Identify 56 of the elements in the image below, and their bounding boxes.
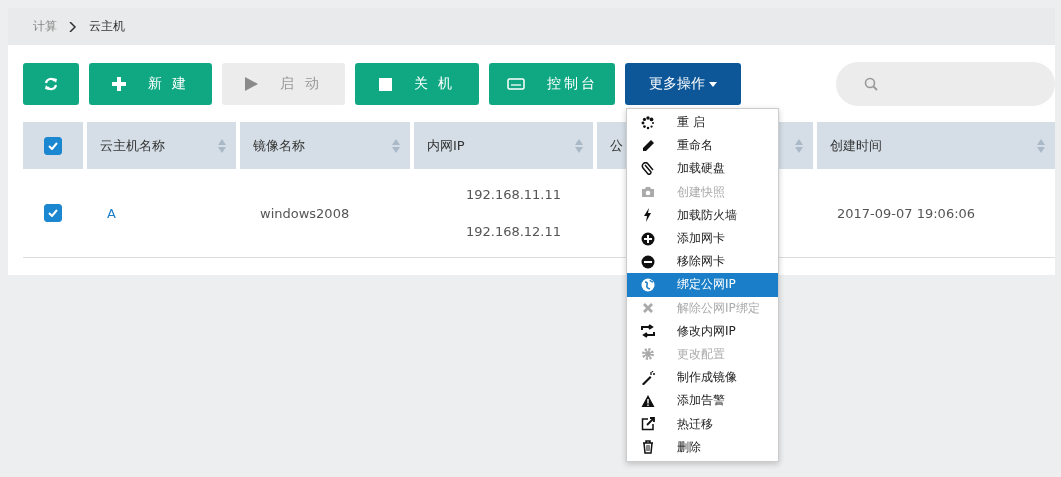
plus-circle-icon bbox=[641, 231, 655, 246]
gear-icon bbox=[641, 347, 655, 362]
spinner-icon bbox=[641, 115, 655, 130]
refresh-button[interactable] bbox=[23, 63, 79, 105]
menu-item[interactable]: 热迁移 bbox=[627, 412, 778, 436]
external-link-icon bbox=[641, 417, 655, 432]
more-actions-button[interactable]: 更多操作 bbox=[625, 63, 741, 105]
minus-circle-icon bbox=[641, 254, 655, 269]
table-cell: 192.168.12.11 bbox=[465, 224, 562, 239]
column-header[interactable]: 创建时间 bbox=[817, 122, 1055, 169]
menu-item[interactable]: 修改内网IP bbox=[627, 319, 778, 343]
sort-icon[interactable] bbox=[795, 138, 803, 153]
menu-item[interactable]: 制作成镜像 bbox=[627, 366, 778, 390]
menu-item[interactable]: 重命名 bbox=[627, 134, 778, 158]
pencil-icon bbox=[641, 138, 655, 153]
sort-icon[interactable] bbox=[218, 138, 226, 153]
table-cell: windows2008 bbox=[260, 205, 350, 221]
search-icon bbox=[864, 77, 878, 91]
table-cell: 192.168.11.11 bbox=[465, 187, 562, 202]
checkbox[interactable] bbox=[44, 204, 62, 222]
table-cell: 2017-09-07 19:06:06 bbox=[837, 205, 976, 221]
camera-icon bbox=[641, 185, 655, 200]
close-icon bbox=[641, 301, 655, 316]
play-icon bbox=[245, 77, 259, 91]
warning-icon bbox=[641, 393, 655, 408]
menu-item[interactable]: 加载硬盘 bbox=[627, 157, 778, 181]
globe-icon bbox=[641, 277, 655, 292]
breadcrumb-item: 云主机 bbox=[89, 18, 125, 35]
sort-icon[interactable] bbox=[392, 138, 400, 153]
refresh-icon bbox=[44, 77, 58, 91]
magic-wand-icon bbox=[641, 370, 655, 385]
checkmark-icon bbox=[48, 209, 58, 217]
search-field[interactable] bbox=[836, 62, 1055, 106]
keyboard-icon bbox=[506, 78, 525, 90]
menu-item[interactable]: 删除 bbox=[627, 435, 778, 459]
column-header[interactable]: 云主机名称 bbox=[87, 122, 236, 169]
sort-icon[interactable] bbox=[575, 138, 583, 153]
instance-name-link[interactable]: A bbox=[107, 205, 116, 221]
menu-item[interactable]: 重 启 bbox=[627, 111, 778, 135]
checkbox[interactable] bbox=[44, 136, 62, 155]
stop-icon bbox=[378, 77, 392, 91]
column-header[interactable]: 镜像名称 bbox=[240, 122, 410, 169]
menu-item[interactable]: 添加网卡 bbox=[627, 226, 778, 251]
caret-icon bbox=[709, 81, 717, 87]
column-header[interactable]: 内网IP bbox=[414, 122, 593, 169]
menu-item[interactable]: 添加告警 bbox=[627, 389, 778, 413]
sort-icon[interactable] bbox=[1037, 138, 1045, 153]
menu-item[interactable]: 移除网卡 bbox=[627, 250, 778, 274]
menu-item[interactable]: 绑定公网IP bbox=[627, 273, 778, 297]
paperclip-icon bbox=[641, 161, 655, 176]
plus-icon bbox=[111, 77, 126, 91]
trash-icon bbox=[641, 440, 655, 455]
menu-item[interactable]: 加载防火墙 bbox=[627, 203, 778, 227]
swap-arrows-icon bbox=[641, 324, 655, 339]
checkmark-icon bbox=[48, 141, 58, 150]
chevron-icon bbox=[69, 21, 77, 32]
